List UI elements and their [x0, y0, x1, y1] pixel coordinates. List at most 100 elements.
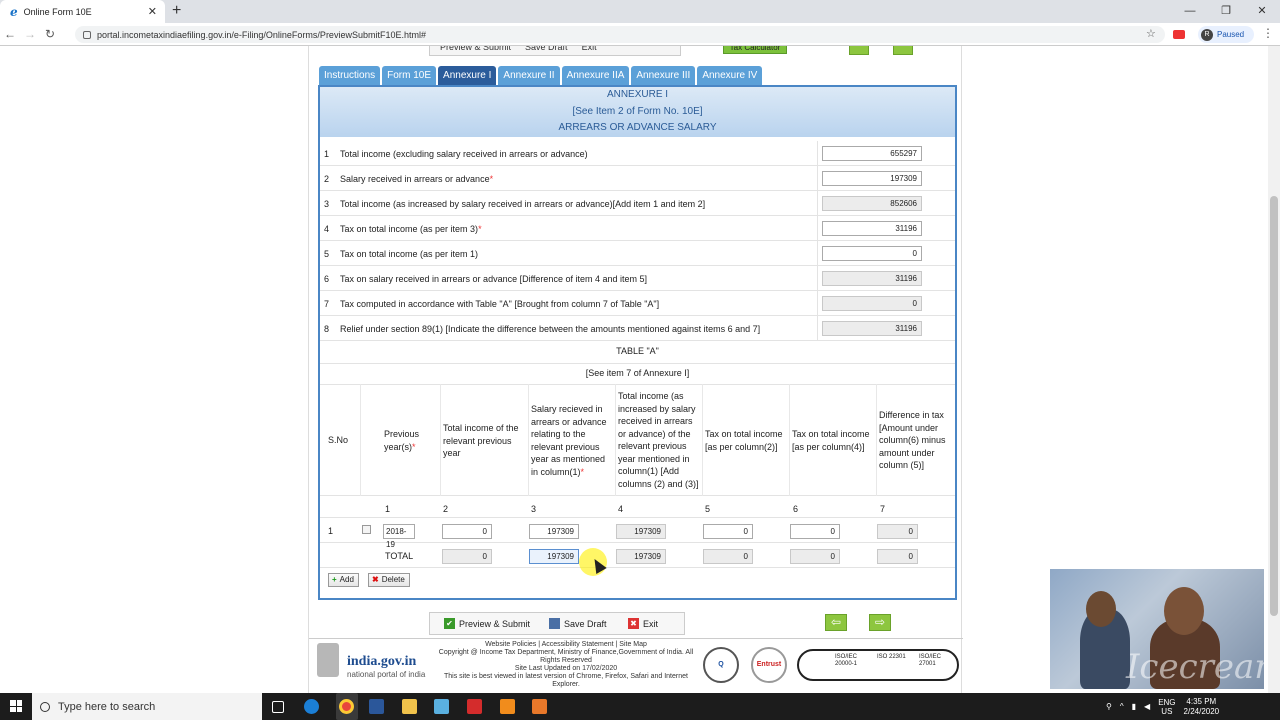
top-save-draft-button[interactable]: Save Draft: [525, 46, 568, 55]
top-toolbar: Preview & Submit Save Draft Exit: [429, 46, 681, 56]
preview-submit-button[interactable]: ✔ Preview & Submit: [444, 618, 530, 629]
top-prev-arrow-icon[interactable]: [849, 46, 869, 55]
previous-year-input[interactable]: 2018-19: [383, 524, 415, 549]
add-row-button[interactable]: + Add: [328, 573, 359, 587]
forward-icon[interactable]: →: [20, 27, 40, 41]
ie-favicon-icon: e: [10, 4, 18, 19]
file-explorer-icon[interactable]: [402, 699, 417, 714]
colnum: 4: [618, 504, 624, 514]
top-next-arrow-icon[interactable]: [893, 46, 913, 55]
app-icon[interactable]: [434, 699, 449, 714]
lock-icon: [83, 30, 91, 39]
item-1-input[interactable]: 655297: [822, 146, 922, 161]
row1-col3-input[interactable]: 197309: [529, 524, 579, 539]
row-select-checkbox[interactable]: [362, 525, 371, 534]
new-tab-button[interactable]: +: [172, 2, 181, 20]
next-arrow-icon[interactable]: ⇨: [869, 614, 891, 631]
tab-annexure-iia[interactable]: Annexure IIA: [561, 66, 630, 85]
save-draft-button[interactable]: Save Draft: [549, 618, 607, 629]
chrome-icon[interactable]: [339, 699, 354, 714]
volume-icon[interactable]: ◀: [1144, 702, 1150, 711]
vlc-icon[interactable]: [500, 699, 515, 714]
total-col7: 0: [877, 549, 918, 564]
header-previous-year: Previous year(s)*: [384, 429, 420, 452]
word-icon[interactable]: [369, 699, 384, 714]
reload-icon[interactable]: ↻: [40, 27, 60, 41]
face-left: [1086, 591, 1116, 627]
colnum: 2: [443, 504, 449, 514]
close-tab-icon[interactable]: ✕: [148, 5, 157, 18]
footer-links[interactable]: Website Policies | Accessibility Stateme…: [435, 641, 697, 649]
language-indicator[interactable]: ENG US: [1158, 698, 1175, 716]
windows-start-icon[interactable]: [10, 700, 22, 712]
required-mark: *: [478, 224, 482, 234]
item-number: 2: [324, 174, 330, 184]
exit-label: Exit: [643, 618, 659, 629]
item-row: 4 Tax on total income (as per item 3)* 3…: [320, 216, 955, 241]
browser-tab-strip: e Online Form 10E ✕ + — ❐ ✕: [0, 0, 1280, 23]
header-salary-arrears: Salary recieved in arrears or advance re…: [531, 404, 607, 477]
maximize-button[interactable]: ❐: [1208, 0, 1244, 23]
pdf-reader-icon[interactable]: [467, 699, 482, 714]
row-sno: 1: [328, 526, 334, 536]
tab-annexure-iv[interactable]: Annexure IV: [697, 66, 763, 85]
profile-button[interactable]: R Paused: [1198, 26, 1254, 43]
entrust-seal: Entrust: [751, 647, 787, 683]
network-icon[interactable]: ▮: [1132, 702, 1136, 711]
delete-row-button[interactable]: ✖ Delete: [368, 573, 410, 587]
exit-button[interactable]: ✖ Exit: [628, 618, 658, 629]
top-exit-button[interactable]: Exit: [582, 46, 597, 55]
iso-cert-3: ISO/IEC 27001: [919, 654, 942, 667]
people-icon[interactable]: ⚲: [1106, 702, 1112, 711]
save-draft-label: Save Draft: [564, 618, 607, 629]
tab-form-10e[interactable]: Form 10E: [382, 66, 437, 85]
tab-instructions[interactable]: Instructions: [319, 66, 381, 85]
add-label: Add: [339, 575, 354, 584]
item-number: 5: [324, 249, 330, 259]
item-row: 3 Total income (as increased by salary r…: [320, 191, 955, 216]
row1-col6-input[interactable]: 0: [790, 524, 840, 539]
lang-code: ENG: [1158, 697, 1176, 707]
minimize-button[interactable]: —: [1172, 0, 1208, 23]
scrollbar-thumb[interactable]: [1270, 196, 1278, 616]
india-gov-logo[interactable]: india.gov.in: [347, 654, 416, 670]
previous-arrow-icon[interactable]: ⇦: [825, 614, 847, 631]
item-label: Tax on salary received in arrears or adv…: [340, 274, 647, 284]
browser-tab[interactable]: e Online Form 10E ✕: [0, 0, 165, 23]
national-emblem-icon: [317, 643, 339, 677]
item-label: Tax on total income (as per item 3)*: [340, 224, 482, 234]
back-icon[interactable]: ←: [0, 27, 20, 41]
item-number: 7: [324, 299, 330, 309]
item-2-input[interactable]: 197309: [822, 171, 922, 186]
tab-annexure-ii[interactable]: Annexure II: [498, 66, 560, 85]
total-col4: 197309: [616, 549, 666, 564]
youtube-extension-icon[interactable]: [1173, 30, 1185, 39]
total-col5: 0: [703, 549, 753, 564]
tax-calculator-button[interactable]: Tax Calculator: [723, 46, 787, 54]
row1-col2-input[interactable]: 0: [442, 524, 492, 539]
webcam-overlay: Icecream: [1050, 569, 1264, 689]
item-4-input[interactable]: 31196: [822, 221, 922, 236]
profile-status: Paused: [1217, 30, 1245, 39]
taskbar-clock[interactable]: 4:35 PM 2/24/2020: [1184, 697, 1220, 717]
url-text: portal.incometaxindiaefiling.gov.in/e-Fi…: [97, 29, 426, 40]
taskbar-search-box[interactable]: Type here to search: [32, 693, 262, 720]
item-number: 3: [324, 199, 330, 209]
colnum: 7: [880, 504, 886, 514]
top-preview-submit-button[interactable]: Preview & Submit: [440, 46, 511, 55]
page-scrollbar[interactable]: [1268, 46, 1280, 693]
edge-browser-icon[interactable]: [304, 699, 319, 714]
menu-dots-icon[interactable]: ⋮: [1262, 26, 1274, 40]
tab-annexure-iii[interactable]: Annexure III: [631, 66, 696, 85]
row1-col5-input[interactable]: 0: [703, 524, 753, 539]
tab-annexure-i[interactable]: Annexure I: [438, 66, 497, 85]
task-view-icon[interactable]: [272, 701, 284, 713]
chevron-up-icon[interactable]: ^: [1120, 702, 1124, 711]
recorder-icon[interactable]: [532, 699, 547, 714]
bookmark-star-icon[interactable]: ☆: [1146, 27, 1156, 40]
window-close-button[interactable]: ✕: [1244, 0, 1280, 23]
item-5-input[interactable]: 0: [822, 246, 922, 261]
url-field[interactable]: portal.incometaxindiaefiling.gov.in/e-Fi…: [75, 26, 1165, 43]
lang-region: US: [1161, 706, 1173, 716]
colnum: 3: [531, 504, 537, 514]
